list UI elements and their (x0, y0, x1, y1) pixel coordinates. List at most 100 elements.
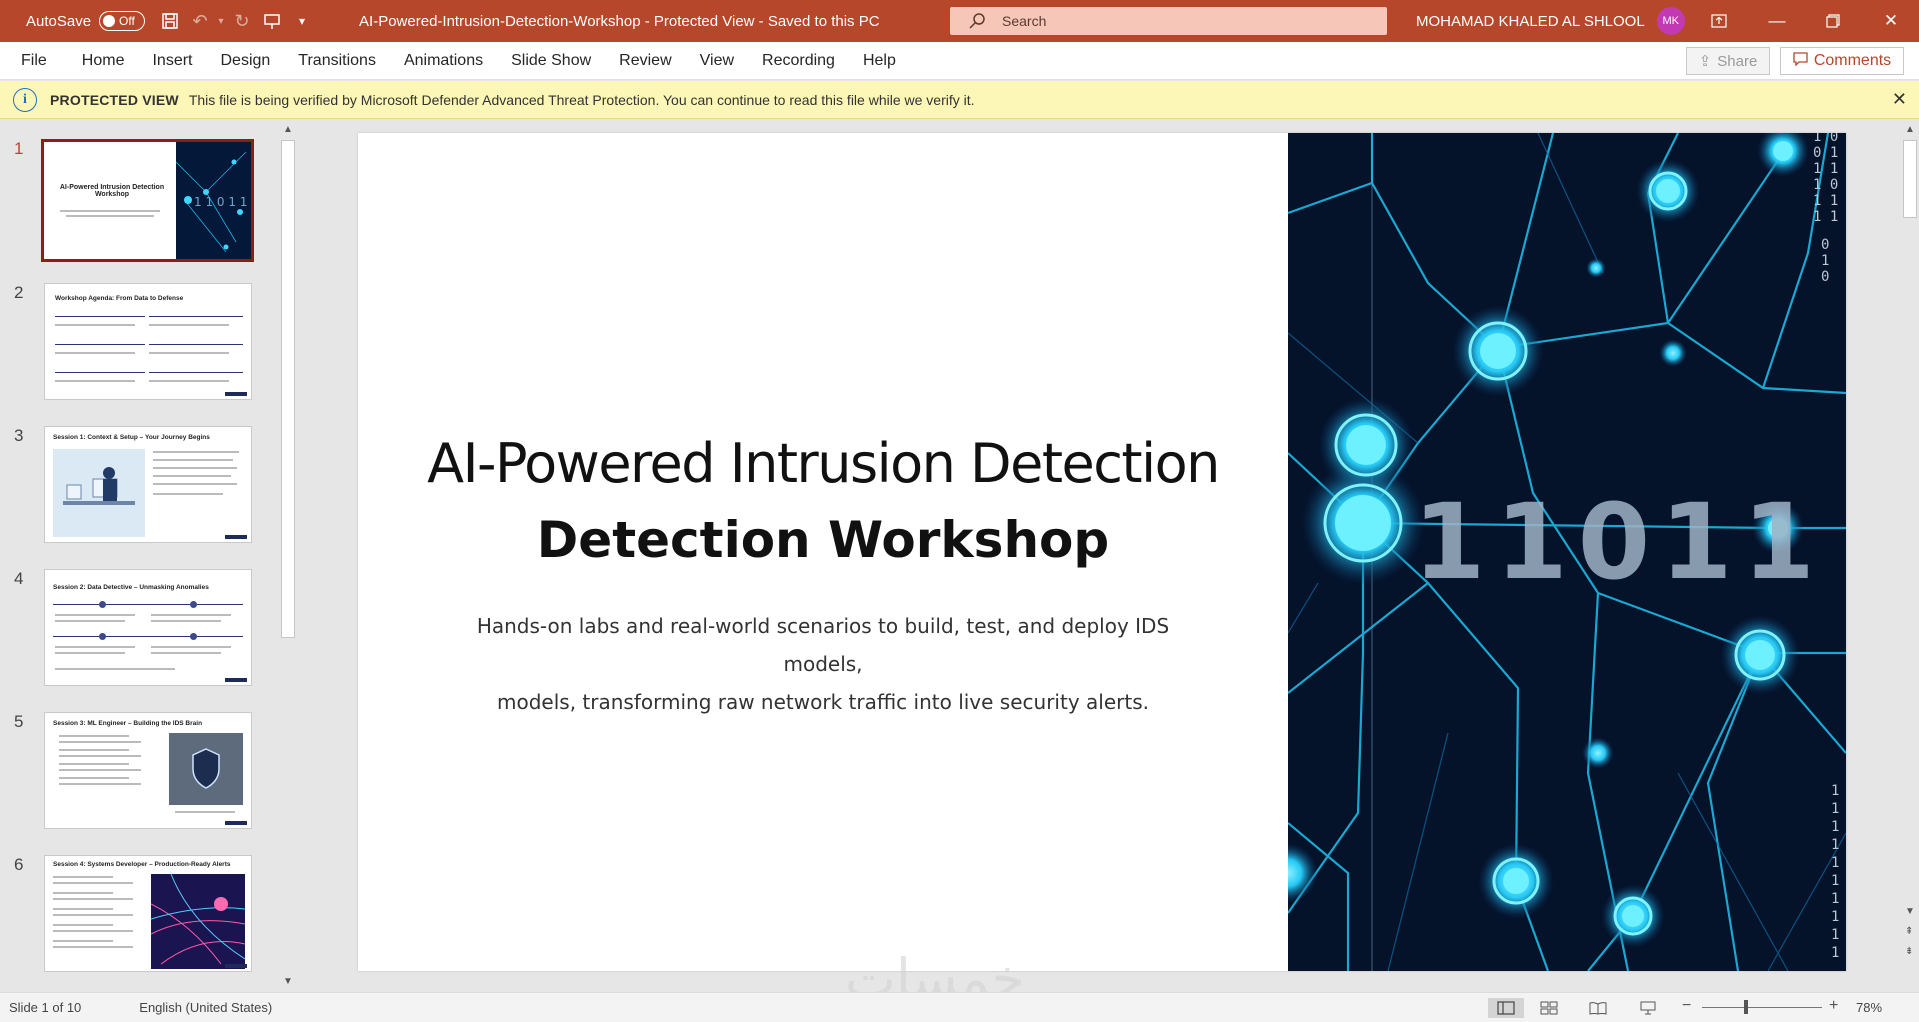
thumbnail-slide-4[interactable]: 4 Session 2: Data Detective – Unmasking … (0, 569, 280, 689)
thumbnail-image[interactable]: Session 3: ML Engineer – Building the ID… (44, 712, 252, 829)
share-button[interactable]: ⇪ Share (1686, 47, 1770, 75)
slide-canvas[interactable]: AI-Powered Intrusion Detection Detection… (358, 133, 1846, 971)
thumbnail-image[interactable]: Workshop Agenda: From Data to Defense (44, 283, 252, 400)
network-image[interactable]: 11011 1 00 11 1 1 01 11 1 010 111 111 11… (1288, 133, 1846, 971)
tab-design[interactable]: Design (206, 52, 284, 70)
slide-subtitle[interactable]: Hands-on labs and real-world scenarios t… (448, 607, 1198, 721)
autosave-state: Off (119, 14, 135, 28)
present-icon[interactable] (257, 6, 287, 36)
restore-icon[interactable] (1810, 0, 1856, 42)
undo-dropdown-icon[interactable]: ▾ (215, 6, 227, 36)
zoom-slider[interactable] (1702, 1007, 1822, 1008)
svg-text:0: 0 (1821, 237, 1829, 253)
thumbnail-circuit-image (150, 873, 246, 969)
tab-transitions[interactable]: Transitions (284, 52, 390, 70)
svg-text:0: 0 (1821, 269, 1829, 285)
search-box[interactable]: Search (950, 7, 1387, 35)
language[interactable]: English (United States) (139, 1000, 272, 1015)
svg-text:1: 1 (1831, 945, 1839, 961)
thumbnail-title: Workshop Agenda: From Data to Defense (55, 295, 184, 302)
svg-text:1: 1 (1831, 873, 1839, 889)
previous-slide-icon[interactable]: ⇞ (1905, 926, 1913, 937)
scroll-up-icon[interactable]: ▲ (1905, 124, 1915, 135)
thumbnail-image[interactable]: AI-Powered Intrusion Detection Workshop … (41, 139, 254, 262)
thumbnail-slide-6[interactable]: 6 Session 4: Systems Developer – Product… (0, 855, 280, 975)
thumbnail-slide-5[interactable]: 5 Session 3: ML Engineer – Building the … (0, 712, 280, 832)
tab-home[interactable]: Home (68, 52, 139, 70)
thumbnail-image[interactable]: Session 2: Data Detective – Unmasking An… (44, 569, 252, 686)
thumbnail-image[interactable]: Session 4: Systems Developer – Productio… (44, 855, 252, 972)
normal-view-icon[interactable] (1488, 998, 1524, 1018)
user-name: MOHAMAD KHALED AL SHLOOL (1416, 12, 1645, 30)
svg-text:1: 1 (1821, 253, 1829, 269)
thumbnail-slide-2[interactable]: 2 Workshop Agenda: From Data to Defense (0, 283, 280, 403)
customize-quick-access-icon[interactable]: ▾ (287, 6, 317, 36)
slide-title-line-1: AI-Powered Intrusion Detection (427, 432, 1220, 495)
svg-text:1 1 0 1 1: 1 1 0 1 1 (194, 195, 247, 209)
autosave-label: AutoSave (26, 12, 92, 30)
protected-view-banner: i PROTECTED VIEW This file is being veri… (0, 81, 1919, 119)
tab-file[interactable]: File (0, 52, 68, 70)
search-placeholder: Search (1002, 13, 1047, 29)
thumbnail-image[interactable]: Session 1: Context & Setup – Your Journe… (44, 426, 252, 543)
autosave-toggle[interactable]: Off (99, 11, 146, 31)
svg-text:1: 1 (1831, 837, 1839, 853)
zoom-in-icon[interactable]: + (1829, 997, 1838, 1015)
close-banner-icon[interactable]: ✕ (1892, 89, 1907, 110)
comments-label: Comments (1813, 52, 1892, 69)
share-icon: ⇪ (1698, 53, 1712, 70)
status-bar: Slide 1 of 10 English (United States) − … (0, 992, 1919, 1022)
undo-icon[interactable]: ↶ (185, 6, 215, 36)
slide-show-icon[interactable] (1630, 998, 1666, 1018)
slide-scroll-thumb[interactable] (1903, 140, 1917, 218)
comments-button[interactable]: Comments (1780, 47, 1904, 75)
scroll-down-icon[interactable]: ▼ (283, 976, 293, 987)
tab-view[interactable]: View (686, 52, 748, 70)
close-window-icon[interactable]: ✕ (1868, 0, 1914, 42)
title-bar: AutoSave Off ↶ ▾ ↻ ▾ AI-Powered-Intrusio… (0, 0, 1919, 42)
thumbnail-number: 2 (14, 283, 24, 302)
slide-title[interactable]: AI-Powered Intrusion Detection Detection… (358, 426, 1288, 578)
svg-text:0 1: 0 1 (1813, 145, 1838, 161)
document-title: AI-Powered-Intrusion-Detection-Workshop … (359, 12, 880, 30)
protected-view-message: This file is being verified by Microsoft… (188, 91, 975, 108)
thumbnail-number: 3 (14, 426, 24, 445)
svg-text:1 1: 1 1 (1813, 209, 1838, 225)
save-icon[interactable] (155, 6, 185, 36)
zoom-slider-thumb[interactable] (1744, 1000, 1748, 1014)
thumbnail-slide-3[interactable]: 3 Session 1: Context & Setup – Your Jour… (0, 426, 280, 546)
slide-sorter-icon[interactable] (1531, 998, 1567, 1018)
account-area[interactable]: MOHAMAD KHALED AL SHLOOL MK (1416, 0, 1685, 42)
zoom-out-icon[interactable]: − (1682, 997, 1691, 1015)
svg-text:1: 1 (1831, 855, 1839, 871)
tab-insert[interactable]: Insert (138, 52, 206, 70)
thumbnail-scrollbar[interactable]: ▲ ▼ (279, 120, 297, 992)
slide-scrollbar[interactable]: ▲ ▼ ⇞ ⇟ (1901, 120, 1919, 992)
slide-title-line-2: Detection Workshop (536, 511, 1110, 569)
scroll-down-icon[interactable]: ▼ (1905, 906, 1915, 917)
zoom-level[interactable]: 78% (1856, 1000, 1882, 1015)
avatar[interactable]: MK (1656, 7, 1685, 35)
tab-animations[interactable]: Animations (390, 52, 497, 70)
ribbon-tabs: File Home Insert Design Transitions Anim… (0, 42, 1919, 80)
svg-text:1: 1 (1831, 783, 1839, 799)
svg-text:1 0: 1 0 (1813, 133, 1838, 145)
svg-text:1 1: 1 1 (1813, 193, 1838, 209)
scroll-up-icon[interactable]: ▲ (283, 124, 293, 135)
ribbon-display-options-icon[interactable] (1696, 0, 1742, 42)
tab-recording[interactable]: Recording (748, 52, 849, 70)
reading-view-icon[interactable] (1580, 998, 1616, 1018)
thumbnail-scroll-thumb[interactable] (281, 140, 295, 638)
search-icon (968, 12, 986, 30)
next-slide-icon[interactable]: ⇟ (1905, 946, 1913, 957)
thumbnail-slide-1[interactable]: 1 AI-Powered Intrusion Detection Worksho… (0, 139, 280, 262)
tab-review[interactable]: Review (605, 52, 685, 70)
thumbnail-title: Session 2: Data Detective – Unmasking An… (53, 584, 209, 591)
thumbnail-title: AI-Powered Intrusion Detection Workshop (59, 184, 165, 198)
minimize-icon[interactable]: — (1754, 0, 1800, 42)
thumbnail-number: 1 (14, 139, 24, 158)
tab-help[interactable]: Help (849, 52, 910, 70)
redo-icon[interactable]: ↻ (227, 6, 257, 36)
autosave-control[interactable]: AutoSave Off (26, 11, 146, 31)
tab-slide-show[interactable]: Slide Show (497, 52, 605, 70)
